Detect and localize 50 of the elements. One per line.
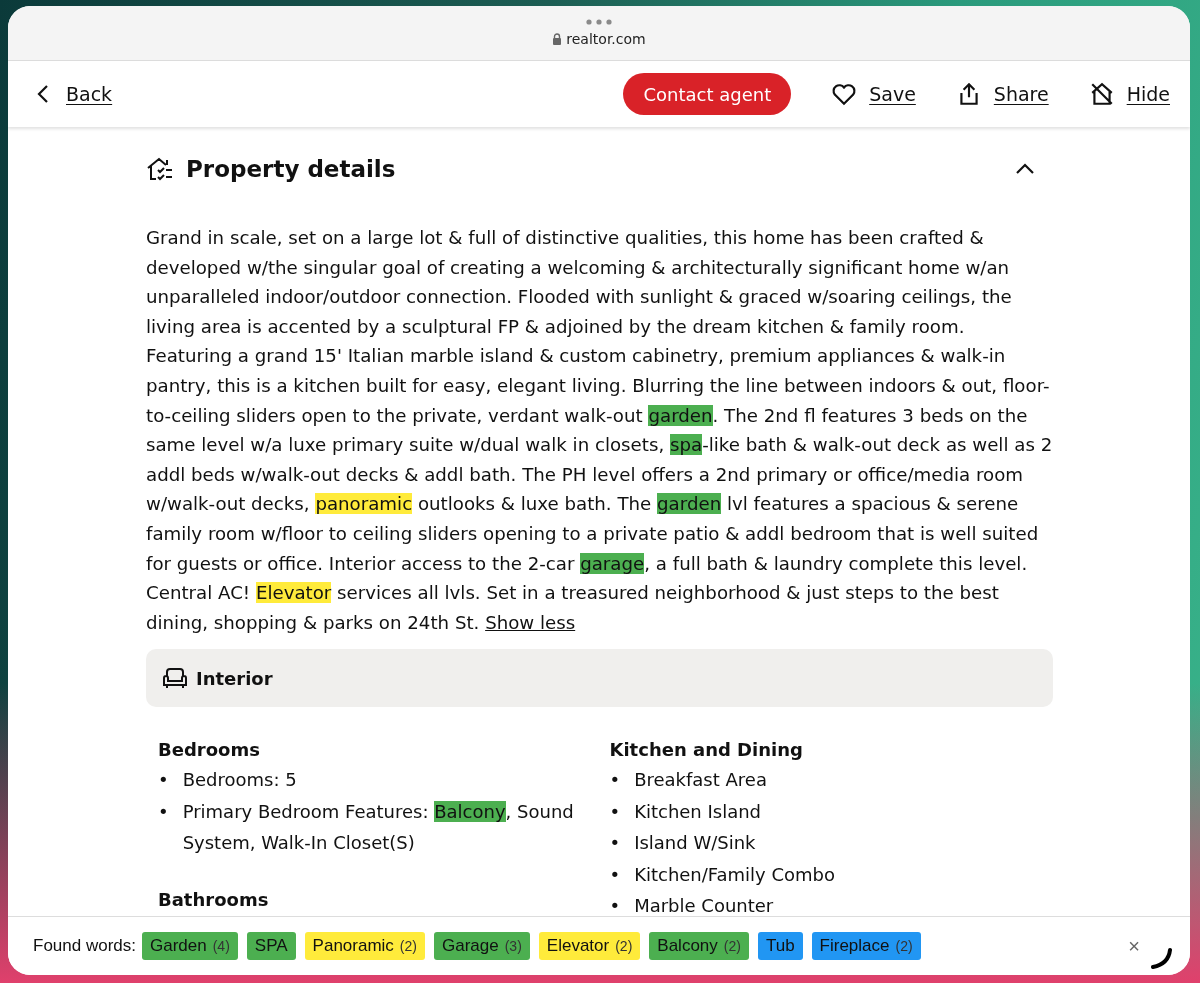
- highlight-mark: spa: [669, 434, 703, 456]
- house-checklist-icon: [146, 156, 174, 182]
- feature-item: Breakfast Area: [634, 768, 767, 793]
- lock-icon: [552, 33, 563, 45]
- group-heading: Bathrooms: [158, 888, 270, 910]
- save-link[interactable]: Save: [831, 81, 916, 107]
- feature-item: Kitchen Island: [634, 799, 762, 824]
- hide-link[interactable]: Hide: [1088, 81, 1170, 107]
- word-chip[interactable]: SPA: [246, 932, 296, 960]
- chevron-left-icon: [36, 84, 50, 104]
- close-button[interactable]: ×: [1124, 934, 1144, 958]
- interior-title: Interior: [196, 667, 273, 689]
- word-chip[interactable]: Balcony (2): [649, 932, 749, 960]
- feature-item: Island W/Sink: [634, 831, 756, 856]
- highlight-mark: Balcony: [434, 800, 506, 822]
- feature-item: Marble Counter: [634, 894, 774, 916]
- contact-agent-button[interactable]: Contact agent: [623, 73, 792, 115]
- word-chip[interactable]: Tub: [757, 932, 803, 960]
- heart-icon: [831, 81, 858, 107]
- list-bullet: •: [609, 894, 621, 916]
- back-link[interactable]: Back: [36, 83, 113, 105]
- list-bullet: •: [158, 768, 169, 793]
- list-bullet: •: [609, 862, 621, 887]
- share-link[interactable]: Share: [955, 81, 1049, 107]
- list-bullet: •: [609, 831, 621, 856]
- word-chip[interactable]: Fireplace (2): [811, 932, 921, 960]
- word-chip[interactable]: Panoramic (2): [304, 932, 425, 960]
- feature-item: Bedrooms: 5: [182, 768, 297, 793]
- section-title: Property details: [186, 156, 396, 182]
- highlight-mark: garden: [657, 493, 722, 515]
- word-chip[interactable]: Garden (4): [142, 932, 238, 960]
- highlight-mark: panoramic: [315, 493, 413, 515]
- chevron-up-icon: [1015, 163, 1035, 175]
- group-heading: Kitchen and Dining: [609, 739, 804, 761]
- show-less-link[interactable]: Show less: [485, 611, 576, 633]
- group-heading: Bedrooms: [158, 739, 261, 761]
- highlight-mark: garden: [648, 404, 713, 426]
- word-chip[interactable]: Elevator (2): [538, 932, 641, 960]
- feature-item: Kitchen/Family Combo: [634, 862, 836, 887]
- list-bullet: •: [609, 768, 621, 793]
- word-chip[interactable]: Garage (3): [434, 932, 530, 960]
- armchair-icon: [162, 667, 188, 690]
- more-dots-icon[interactable]: [586, 19, 612, 25]
- list-bullet: •: [158, 799, 169, 824]
- url-text[interactable]: realtor.com: [566, 31, 646, 47]
- list-bullet: •: [609, 799, 621, 824]
- feature-item: Primary Bedroom Features: Balcony, Sound System, Walk-In Closet(S): [182, 799, 575, 856]
- curve-mark-icon: [1150, 947, 1172, 969]
- found-words-label: Found words:: [33, 936, 136, 956]
- highlight-mark: garage: [580, 552, 645, 574]
